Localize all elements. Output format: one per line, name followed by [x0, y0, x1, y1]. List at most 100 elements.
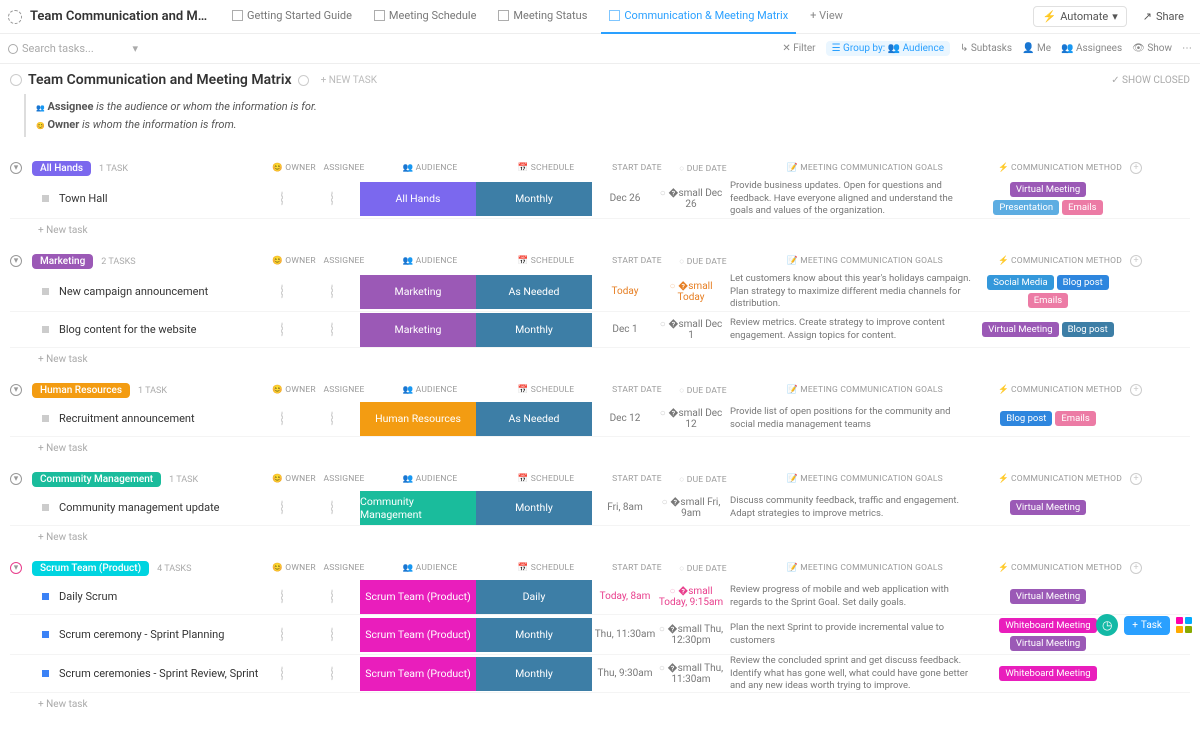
- new-task-fab[interactable]: + Task: [1124, 616, 1170, 635]
- status-dot-icon[interactable]: [42, 195, 49, 202]
- search-input[interactable]: Search tasks... ▾: [8, 42, 138, 55]
- task-name[interactable]: Scrum ceremony - Sprint Planning: [59, 628, 224, 641]
- status-dot-icon[interactable]: [42, 504, 49, 511]
- schedule-cell[interactable]: Monthly: [476, 657, 592, 691]
- owner-avatar[interactable]: [281, 627, 283, 642]
- due-date[interactable]: ○ �small Thu, 11:30am: [658, 663, 724, 685]
- method-tag[interactable]: Emails: [1028, 293, 1068, 308]
- audience-cell[interactable]: Scrum Team (Product): [360, 657, 476, 691]
- method-tag[interactable]: Emails: [1055, 411, 1095, 426]
- group-label[interactable]: Scrum Team (Product): [32, 561, 149, 576]
- assignee-avatar[interactable]: [331, 284, 333, 299]
- audience-cell[interactable]: Human Resources: [360, 402, 476, 436]
- add-column-button[interactable]: +: [1126, 473, 1146, 485]
- add-column-button[interactable]: +: [1126, 255, 1146, 267]
- due-date[interactable]: ○ �small Dec 1: [658, 319, 724, 341]
- assignee-avatar[interactable]: [331, 411, 333, 426]
- schedule-cell[interactable]: As Needed: [476, 275, 592, 309]
- add-column-button[interactable]: +: [1126, 384, 1146, 396]
- schedule-cell[interactable]: Daily: [476, 580, 592, 614]
- assignee-avatar[interactable]: [331, 666, 333, 681]
- due-date[interactable]: ○ �small Thu, 12:30pm: [658, 624, 724, 646]
- task-name[interactable]: New campaign announcement: [59, 285, 208, 298]
- task-name[interactable]: Town Hall: [59, 192, 108, 205]
- add-column-button[interactable]: +: [1126, 562, 1146, 574]
- owner-avatar[interactable]: [281, 589, 283, 604]
- group-collapse-icon[interactable]: ▾: [10, 562, 22, 574]
- status-dot-icon[interactable]: [42, 631, 49, 638]
- owner-avatar[interactable]: [281, 666, 283, 681]
- more-icon[interactable]: ⋯: [1182, 43, 1192, 54]
- audience-cell[interactable]: Scrum Team (Product): [360, 618, 476, 652]
- new-task-row[interactable]: + New task: [10, 219, 1190, 236]
- due-date[interactable]: ○ �small Fri, 9am: [658, 497, 724, 519]
- info-icon[interactable]: [298, 75, 309, 86]
- group-label[interactable]: Marketing: [32, 254, 93, 269]
- status-dot-icon[interactable]: [42, 670, 49, 677]
- task-row[interactable]: Community management update Community Man…: [10, 490, 1190, 526]
- method-tag[interactable]: Presentation: [993, 200, 1059, 215]
- status-dot-icon[interactable]: [42, 326, 49, 333]
- start-date[interactable]: Fri, 8am: [592, 502, 658, 513]
- automate-button[interactable]: ⚡ Automate ▾: [1033, 6, 1126, 27]
- owner-avatar[interactable]: [281, 500, 283, 515]
- method-tag[interactable]: Whiteboard Meeting: [999, 618, 1096, 633]
- task-name[interactable]: Daily Scrum: [59, 590, 117, 603]
- task-name[interactable]: Scrum ceremonies - Sprint Review, Sprint: [59, 667, 258, 680]
- method-tag[interactable]: Whiteboard Meeting: [999, 666, 1096, 681]
- method-tag[interactable]: Virtual Meeting: [982, 322, 1058, 337]
- owner-avatar[interactable]: [281, 191, 283, 206]
- group-collapse-icon[interactable]: ▾: [10, 384, 22, 396]
- start-date[interactable]: Thu, 9:30am: [592, 668, 658, 679]
- show-closed-toggle[interactable]: ✓ SHOW CLOSED: [1111, 75, 1190, 86]
- start-date[interactable]: Dec 26: [592, 193, 658, 204]
- new-task-row[interactable]: + New task: [10, 437, 1190, 454]
- assignees-button[interactable]: 👥 Assignees: [1061, 43, 1122, 54]
- audience-cell[interactable]: Community Management: [360, 491, 476, 525]
- task-row[interactable]: Recruitment announcementHuman ResourcesA…: [10, 401, 1190, 437]
- method-tag[interactable]: Virtual Meeting: [1010, 500, 1086, 515]
- owner-avatar[interactable]: [281, 322, 283, 337]
- due-date[interactable]: ○ �small Today, 9:15am: [658, 586, 724, 608]
- schedule-cell[interactable]: Monthly: [476, 313, 592, 347]
- assignee-avatar[interactable]: [331, 322, 333, 337]
- show-button[interactable]: 👁 Show: [1132, 43, 1172, 54]
- method-tag[interactable]: Emails: [1062, 200, 1102, 215]
- schedule-cell[interactable]: Monthly: [476, 491, 592, 525]
- method-tag[interactable]: Blog post: [1062, 322, 1114, 337]
- start-date[interactable]: Dec 12: [592, 413, 658, 424]
- assignee-avatar[interactable]: [331, 191, 333, 206]
- schedule-cell[interactable]: As Needed: [476, 402, 592, 436]
- method-tag[interactable]: Social Media: [987, 275, 1053, 290]
- assignee-avatar[interactable]: [331, 627, 333, 642]
- tab-1[interactable]: Meeting Schedule: [366, 0, 484, 34]
- me-button[interactable]: 👤 Me: [1022, 43, 1051, 54]
- status-circle-icon[interactable]: [10, 74, 22, 86]
- task-row[interactable]: New campaign announcementMarketingAs Nee…: [10, 272, 1190, 312]
- method-tag[interactable]: Blog post: [1000, 411, 1052, 426]
- page-breadcrumb-title[interactable]: Team Communication and Meeting Ma...: [30, 9, 210, 24]
- task-name[interactable]: Community management update: [59, 501, 220, 514]
- task-row[interactable]: Daily ScrumScrum Team (Product)DailyToda…: [10, 579, 1190, 615]
- audience-cell[interactable]: Marketing: [360, 313, 476, 347]
- schedule-cell[interactable]: Monthly: [476, 618, 592, 652]
- group-label[interactable]: Human Resources: [32, 383, 130, 398]
- new-task-row[interactable]: + New task: [10, 348, 1190, 365]
- assignee-avatar[interactable]: [331, 589, 333, 604]
- audience-cell[interactable]: All Hands: [360, 182, 476, 216]
- apps-grid-icon[interactable]: [1176, 617, 1192, 633]
- group-label[interactable]: All Hands: [32, 161, 91, 176]
- new-task-row[interactable]: + New task: [10, 526, 1190, 543]
- group-collapse-icon[interactable]: ▾: [10, 255, 22, 267]
- new-task-button[interactable]: + NEW TASK: [321, 75, 377, 86]
- filter-button[interactable]: ✕ Filter: [782, 43, 815, 54]
- tab-0[interactable]: Getting Started Guide: [224, 0, 360, 34]
- status-dot-icon[interactable]: [42, 593, 49, 600]
- assignee-avatar[interactable]: [331, 500, 333, 515]
- tab-3[interactable]: Communication & Meeting Matrix: [601, 0, 796, 34]
- subtasks-button[interactable]: ↳ Subtasks: [960, 43, 1012, 54]
- task-row[interactable]: Town HallAll HandsMonthlyDec 26○ �small …: [10, 179, 1190, 219]
- task-row[interactable]: Blog content for the websiteMarketingMon…: [10, 312, 1190, 348]
- method-tag[interactable]: Virtual Meeting: [1010, 589, 1086, 604]
- tab-4[interactable]: + View: [802, 0, 851, 34]
